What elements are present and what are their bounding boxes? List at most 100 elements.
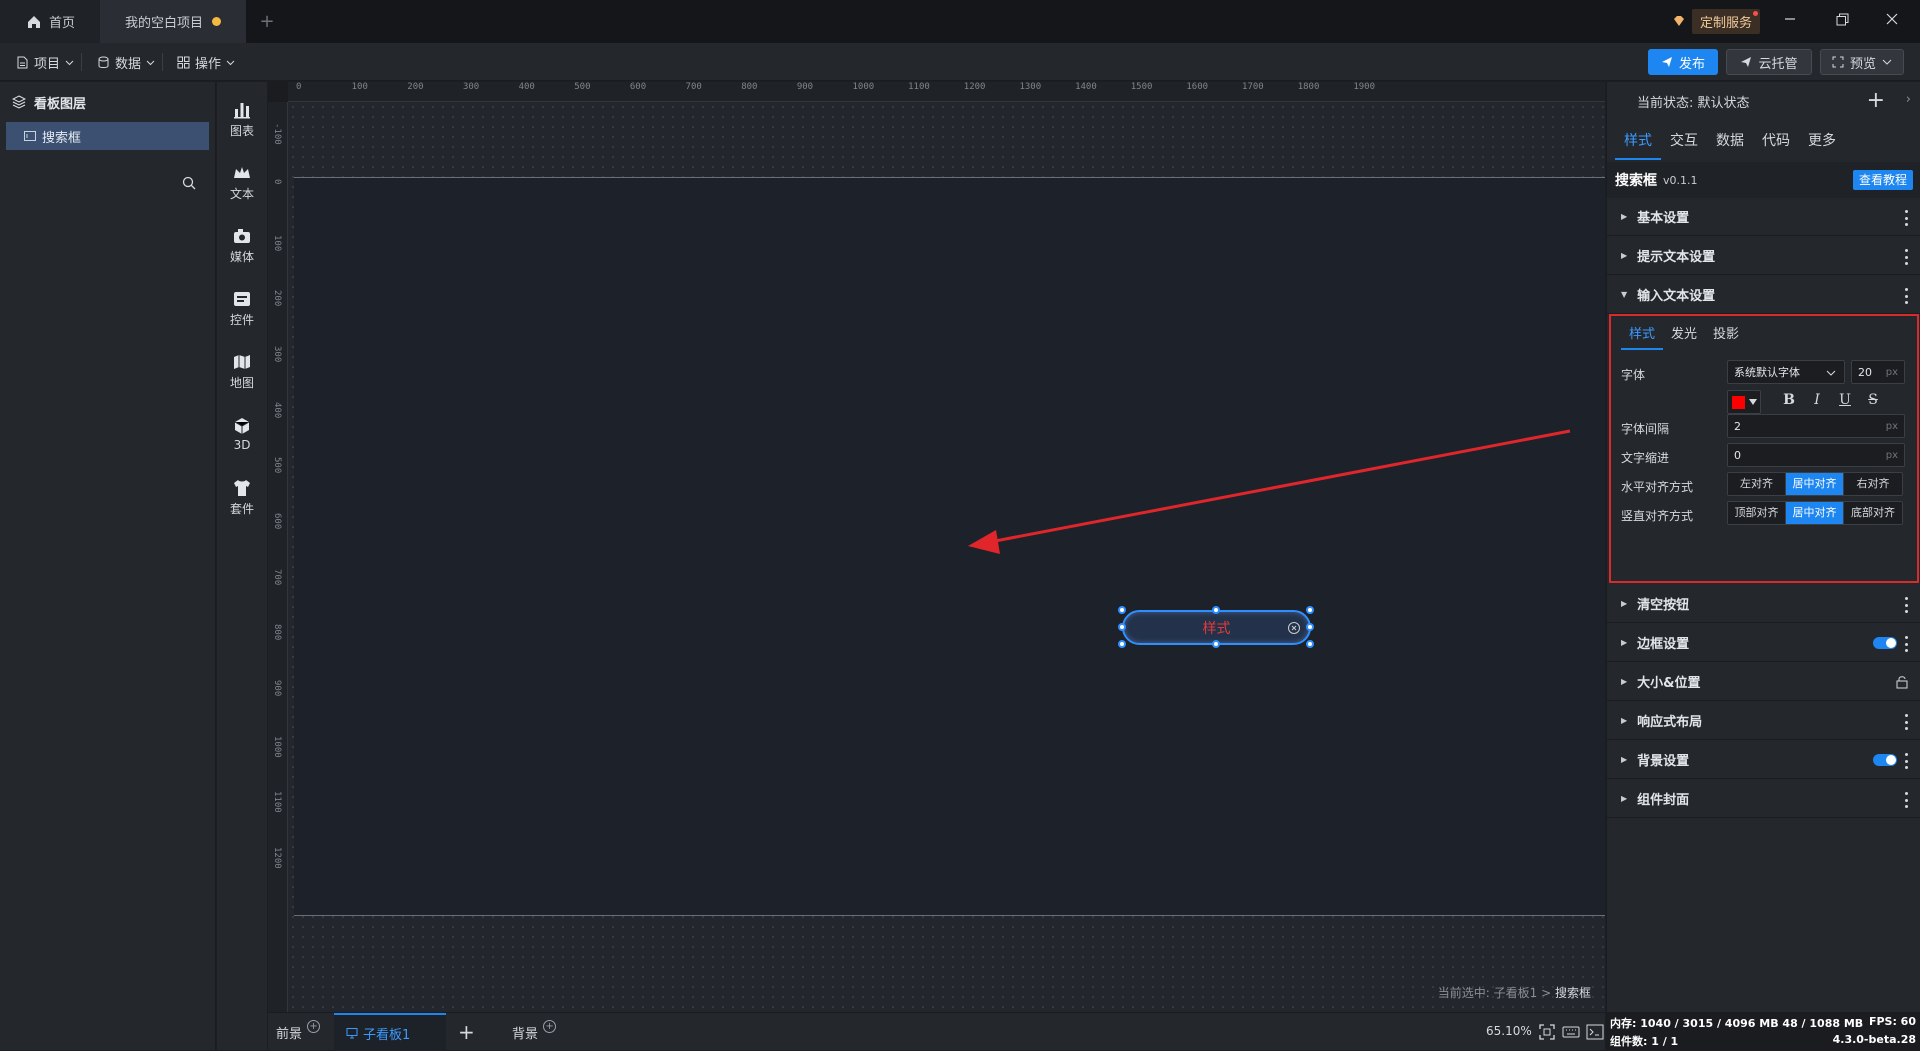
section-component-cover[interactable]: ▶ 组件封面 bbox=[1607, 780, 1920, 818]
selection-breadcrumb: 当前选中: 子看板1 > 搜索框 bbox=[1438, 984, 1591, 1001]
lib-media[interactable]: 媒体 bbox=[217, 220, 267, 270]
add-tab-button[interactable]: + bbox=[256, 0, 278, 43]
caret-right-icon: ▶ bbox=[1621, 599, 1628, 608]
resize-handle[interactable] bbox=[1118, 623, 1126, 631]
lib-3d[interactable]: 3D bbox=[217, 409, 267, 459]
tutorial-button[interactable]: 查看教程 bbox=[1852, 170, 1913, 190]
italic-button[interactable]: I bbox=[1807, 390, 1827, 410]
clear-circle-icon[interactable] bbox=[1287, 621, 1301, 635]
section-placeholder-settings[interactable]: ▶ 提示文本设置 bbox=[1607, 237, 1920, 275]
unlock-icon[interactable] bbox=[1895, 675, 1909, 689]
menu-ops[interactable]: 操作 bbox=[177, 43, 235, 81]
more-vertical-icon[interactable] bbox=[1905, 714, 1909, 730]
close-window-button[interactable] bbox=[1880, 7, 1904, 31]
tab-project[interactable]: 我的空白项目 bbox=[100, 0, 246, 43]
v-align-middle[interactable]: 居中对齐 bbox=[1786, 502, 1844, 524]
custom-service-button[interactable]: 定制服务 bbox=[1672, 8, 1761, 34]
resize-handle[interactable] bbox=[1118, 640, 1126, 648]
ruler-tick-label: 0 bbox=[272, 179, 282, 185]
keyboard-icon[interactable] bbox=[1562, 1023, 1580, 1041]
lib-kit[interactable]: 套件 bbox=[217, 472, 267, 522]
search-icon[interactable] bbox=[182, 176, 196, 190]
lib-control[interactable]: 控件 bbox=[217, 283, 267, 333]
section-label: 提示文本设置 bbox=[1637, 250, 1716, 265]
section-label: 基本设置 bbox=[1637, 211, 1690, 226]
font-size-input[interactable]: 20 px bbox=[1851, 360, 1905, 384]
zoom-level[interactable]: 65.10% bbox=[1486, 1024, 1532, 1038]
state-value[interactable]: 默认状态 bbox=[1698, 92, 1750, 111]
tab-home[interactable]: 首页 bbox=[0, 0, 100, 43]
ruler-tick-label: 1200 bbox=[963, 82, 986, 92]
tab-foreground[interactable]: 前景 + bbox=[276, 1013, 324, 1051]
subtab-style[interactable]: 样式 bbox=[1621, 322, 1664, 350]
section-background-settings[interactable]: ▶ 背景设置 bbox=[1607, 741, 1920, 779]
cloud-hosting-button[interactable]: 云托管 bbox=[1726, 49, 1812, 75]
indent-input[interactable]: 0 px bbox=[1727, 443, 1905, 467]
artboard[interactable] bbox=[294, 177, 1605, 916]
publish-button[interactable]: 发布 bbox=[1648, 49, 1718, 75]
strikethrough-button[interactable]: S bbox=[1863, 390, 1883, 410]
restore-button[interactable] bbox=[1830, 7, 1854, 31]
more-vertical-icon[interactable] bbox=[1905, 792, 1909, 808]
section-border-settings[interactable]: ▶ 边框设置 bbox=[1607, 624, 1920, 662]
more-vertical-icon[interactable] bbox=[1905, 753, 1909, 769]
v-align-bottom[interactable]: 底部对齐 bbox=[1844, 502, 1902, 524]
h-align-right[interactable]: 右对齐 bbox=[1844, 473, 1902, 495]
preview-button[interactable]: 预览 bbox=[1820, 49, 1904, 75]
font-color-picker[interactable] bbox=[1727, 390, 1761, 414]
tab-code[interactable]: 代码 bbox=[1753, 126, 1799, 160]
fit-screen-icon[interactable] bbox=[1538, 1023, 1556, 1041]
resize-handle[interactable] bbox=[1306, 623, 1314, 631]
lib-text[interactable]: 文本 bbox=[217, 157, 267, 207]
border-toggle[interactable] bbox=[1873, 637, 1897, 649]
v-align-top[interactable]: 顶部对齐 bbox=[1728, 502, 1786, 524]
underline-button[interactable]: U bbox=[1835, 390, 1855, 410]
lib-chart[interactable]: 图表 bbox=[217, 94, 267, 144]
h-align-center[interactable]: 居中对齐 bbox=[1786, 473, 1844, 495]
lib-map[interactable]: 地图 bbox=[217, 346, 267, 396]
font-family-select[interactable]: 系统默认字体 bbox=[1727, 360, 1845, 384]
background-toggle[interactable] bbox=[1873, 754, 1897, 766]
section-clear-button[interactable]: ▶ 清空按钮 bbox=[1607, 585, 1920, 623]
resize-handle[interactable] bbox=[1212, 640, 1220, 648]
section-input-text-settings[interactable]: ▼ 输入文本设置 bbox=[1607, 276, 1920, 314]
tab-data[interactable]: 数据 bbox=[1707, 126, 1753, 160]
menu-data[interactable]: 数据 bbox=[97, 43, 164, 81]
caret-right-icon: ▶ bbox=[1621, 251, 1628, 260]
more-vertical-icon[interactable] bbox=[1905, 210, 1909, 226]
more-vertical-icon[interactable] bbox=[1905, 636, 1909, 652]
more-vertical-icon[interactable] bbox=[1905, 288, 1909, 304]
add-circle-icon[interactable]: + bbox=[543, 1019, 557, 1033]
section-size-position[interactable]: ▶ 大小&位置 bbox=[1607, 663, 1920, 701]
more-vertical-icon[interactable] bbox=[1905, 249, 1909, 265]
section-basic-settings[interactable]: ▶ 基本设置 bbox=[1607, 198, 1920, 236]
tab-more[interactable]: 更多 bbox=[1799, 126, 1845, 160]
bold-button[interactable]: B bbox=[1779, 390, 1799, 410]
resize-handle[interactable] bbox=[1118, 606, 1126, 614]
component-count: 组件数: 1 / 1 bbox=[1610, 1035, 1679, 1048]
letter-spacing-input[interactable]: 2 px bbox=[1727, 414, 1905, 438]
canvas-area[interactable]: 0 100 200 300 400 500 600 700 800 900 1000 1100 1200… bbox=[268, 82, 1605, 1012]
resize-handle[interactable] bbox=[1306, 640, 1314, 648]
h-align-left[interactable]: 左对齐 bbox=[1728, 473, 1786, 495]
tab-style[interactable]: 样式 bbox=[1615, 126, 1661, 160]
terminal-icon[interactable] bbox=[1586, 1023, 1604, 1041]
resize-handle[interactable] bbox=[1306, 606, 1314, 614]
tab-subboard[interactable]: 子看板1 bbox=[334, 1013, 446, 1051]
more-vertical-icon[interactable] bbox=[1905, 597, 1909, 613]
subtab-shadow[interactable]: 投影 bbox=[1705, 322, 1747, 350]
layer-item[interactable]: 搜索框 bbox=[6, 122, 209, 150]
tab-interaction[interactable]: 交互 bbox=[1661, 126, 1707, 160]
ruler-tick-label: 700 bbox=[685, 82, 702, 92]
add-circle-icon[interactable]: + bbox=[307, 1019, 321, 1033]
minimize-button[interactable] bbox=[1778, 7, 1802, 31]
tab-background[interactable]: 背景 + bbox=[512, 1013, 557, 1051]
add-state-button[interactable]: + bbox=[1867, 88, 1885, 113]
subtab-glow[interactable]: 发光 bbox=[1663, 322, 1705, 350]
resize-handle[interactable] bbox=[1212, 606, 1220, 614]
section-responsive-layout[interactable]: ▶ 响应式布局 bbox=[1607, 702, 1920, 740]
menu-project[interactable]: 项目 bbox=[16, 43, 83, 81]
chevron-right-icon[interactable]: › bbox=[1906, 92, 1911, 107]
add-board-button[interactable]: + bbox=[458, 1013, 475, 1051]
indent-value: 0 bbox=[1734, 448, 1741, 462]
